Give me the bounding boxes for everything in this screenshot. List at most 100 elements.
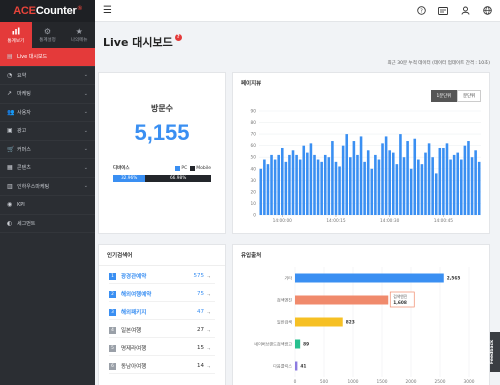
pageview-bar[interactable] xyxy=(477,161,481,215)
pageview-bar[interactable] xyxy=(309,143,313,215)
pageview-bar[interactable] xyxy=(263,159,266,215)
sidebar-item-7[interactable]: ▥ 인하우스마케팅 ⌄ xyxy=(0,178,95,196)
pageview-bar[interactable] xyxy=(424,152,427,215)
pageview-bar[interactable] xyxy=(456,152,460,215)
inflow-bar[interactable] xyxy=(295,295,389,305)
pageview-bar[interactable] xyxy=(474,150,477,215)
pageview-bar[interactable] xyxy=(259,168,263,215)
pageview-bar[interactable] xyxy=(413,138,417,215)
list-item[interactable]: 4 일본여행 27 → xyxy=(109,323,215,338)
tab-stats[interactable]: 통계보기 xyxy=(0,22,32,48)
sidebar-item-0[interactable]: ▤ Live 대시보드 xyxy=(0,48,95,67)
pageview-bar[interactable] xyxy=(377,159,381,215)
x-tick-label: 0 xyxy=(294,379,297,385)
globe-icon[interactable] xyxy=(482,6,492,16)
pageview-bar[interactable] xyxy=(445,143,449,215)
inflow-bar[interactable] xyxy=(295,317,343,327)
pageview-bar[interactable] xyxy=(470,157,474,215)
list-item[interactable]: 2 해외여행예약 75 → xyxy=(109,287,215,302)
pageview-bar[interactable] xyxy=(316,159,320,215)
pageview-bar[interactable] xyxy=(338,166,341,215)
pageview-bar[interactable] xyxy=(460,159,463,215)
help-badge-icon[interactable]: ? xyxy=(174,34,182,41)
pageview-bar[interactable] xyxy=(341,145,345,215)
pageview-bar[interactable] xyxy=(298,159,302,215)
pageview-bar[interactable] xyxy=(420,164,424,215)
tab-settings[interactable]: ⚙ 통계설정 xyxy=(32,22,64,48)
pageview-bar[interactable] xyxy=(395,164,399,215)
pageview-bar[interactable] xyxy=(284,161,288,215)
pageview-bar[interactable] xyxy=(370,168,374,215)
pageview-bar[interactable] xyxy=(452,154,456,215)
pageview-bar[interactable] xyxy=(374,154,377,215)
pageview-bar[interactable] xyxy=(270,154,273,215)
sidebar-item-9[interactable]: ◐ 세그먼트 xyxy=(0,215,95,233)
pageview-bar[interactable] xyxy=(381,143,384,215)
pageview-bar[interactable] xyxy=(391,152,395,215)
sidebar-item-3[interactable]: 👥 사용자 ⌄ xyxy=(0,104,95,122)
pageview-bar[interactable] xyxy=(313,154,316,215)
list-item[interactable]: 3 해외패키지 47 → xyxy=(109,305,215,320)
pageview-bar[interactable] xyxy=(320,161,323,215)
list-item[interactable]: 6 동남아여행 14 → xyxy=(109,359,215,374)
logo[interactable]: ACE Counter ® xyxy=(0,0,95,22)
pageview-bar[interactable] xyxy=(331,141,334,215)
pageview-bar[interactable] xyxy=(449,159,452,215)
pageview-bar[interactable] xyxy=(273,159,277,215)
inflow-bar[interactable] xyxy=(295,361,298,371)
pageview-bar[interactable] xyxy=(467,141,470,215)
inflow-chart: 0 500 1000 1500 2000 2500 3000 기타 2,565 검색엔진일반검색 8… xyxy=(254,267,475,385)
pageview-bar[interactable] xyxy=(266,164,270,215)
user-icon[interactable] xyxy=(460,6,470,16)
pageview-bar[interactable] xyxy=(306,152,309,215)
pageview-bar[interactable] xyxy=(323,154,327,215)
pageview-bar[interactable] xyxy=(363,161,366,215)
pageview-bar[interactable] xyxy=(384,136,388,215)
pageview-bar[interactable] xyxy=(280,147,284,215)
sidebar-item-4[interactable]: ▣ 광고 ⌄ xyxy=(0,122,95,141)
pageview-bar[interactable] xyxy=(388,150,391,215)
help-icon[interactable]: ? xyxy=(416,6,426,16)
list-item[interactable]: 5 명제라여행 15 → xyxy=(109,341,215,356)
sidebar-item-8[interactable]: ◉ KPI xyxy=(0,196,95,215)
sidebar-item-label: 광고 xyxy=(17,128,27,135)
list-item[interactable]: 1 광경관예약 575 → xyxy=(109,269,215,284)
pageview-bar[interactable] xyxy=(409,168,413,215)
pageview-bar[interactable] xyxy=(352,141,356,215)
pageview-bar[interactable] xyxy=(366,150,370,215)
sidebar-item-5[interactable]: 🛒 커머스 ⌄ xyxy=(0,141,95,159)
sidebar-item-6[interactable]: ▦ 콘텐츠 ⌄ xyxy=(0,159,95,178)
pageview-bar[interactable] xyxy=(334,161,338,215)
pageview-bar[interactable] xyxy=(356,154,359,215)
pageview-bar[interactable] xyxy=(345,134,349,215)
tab-my-menu[interactable]: ★ 나의메뉴 xyxy=(63,22,95,48)
sidebar-item-2[interactable]: ↗ 마케팅 ⌄ xyxy=(0,85,95,104)
inflow-bar[interactable] xyxy=(295,273,444,283)
toggle-1min[interactable]: 1분단위 xyxy=(430,90,458,102)
pageview-bar[interactable] xyxy=(399,134,402,215)
pageview-bar[interactable] xyxy=(402,157,406,215)
inflow-bar[interactable] xyxy=(295,339,301,349)
pageview-bar[interactable] xyxy=(442,147,445,215)
pageview-bar[interactable] xyxy=(427,143,431,215)
sidebar-item-1[interactable]: ◔ 요약 ⌄ xyxy=(0,67,95,85)
pageview-bar[interactable] xyxy=(295,154,298,215)
feedback-tab[interactable]: Feedback xyxy=(490,332,500,372)
pageview-bar[interactable] xyxy=(359,136,363,215)
pageview-bar[interactable] xyxy=(434,173,438,215)
toggle-min[interactable]: 분단위 xyxy=(457,90,481,102)
pageview-bar[interactable] xyxy=(438,147,442,215)
pageview-bar[interactable] xyxy=(302,145,306,215)
hamburger-icon[interactable]: ☰ xyxy=(103,5,112,16)
pageview-bar[interactable] xyxy=(349,157,352,215)
pageview-bar[interactable] xyxy=(463,145,467,215)
pageview-bar[interactable] xyxy=(327,157,331,215)
pageview-bar[interactable] xyxy=(431,157,434,215)
pageview-bar[interactable] xyxy=(277,154,280,215)
pageview-bar[interactable] xyxy=(406,141,409,215)
pageview-bar[interactable] xyxy=(417,159,420,215)
notice-icon[interactable] xyxy=(438,6,448,16)
pageview-bar[interactable] xyxy=(288,154,291,215)
keyword: 명제라여행 xyxy=(121,346,147,352)
pageview-bar[interactable] xyxy=(291,150,295,215)
